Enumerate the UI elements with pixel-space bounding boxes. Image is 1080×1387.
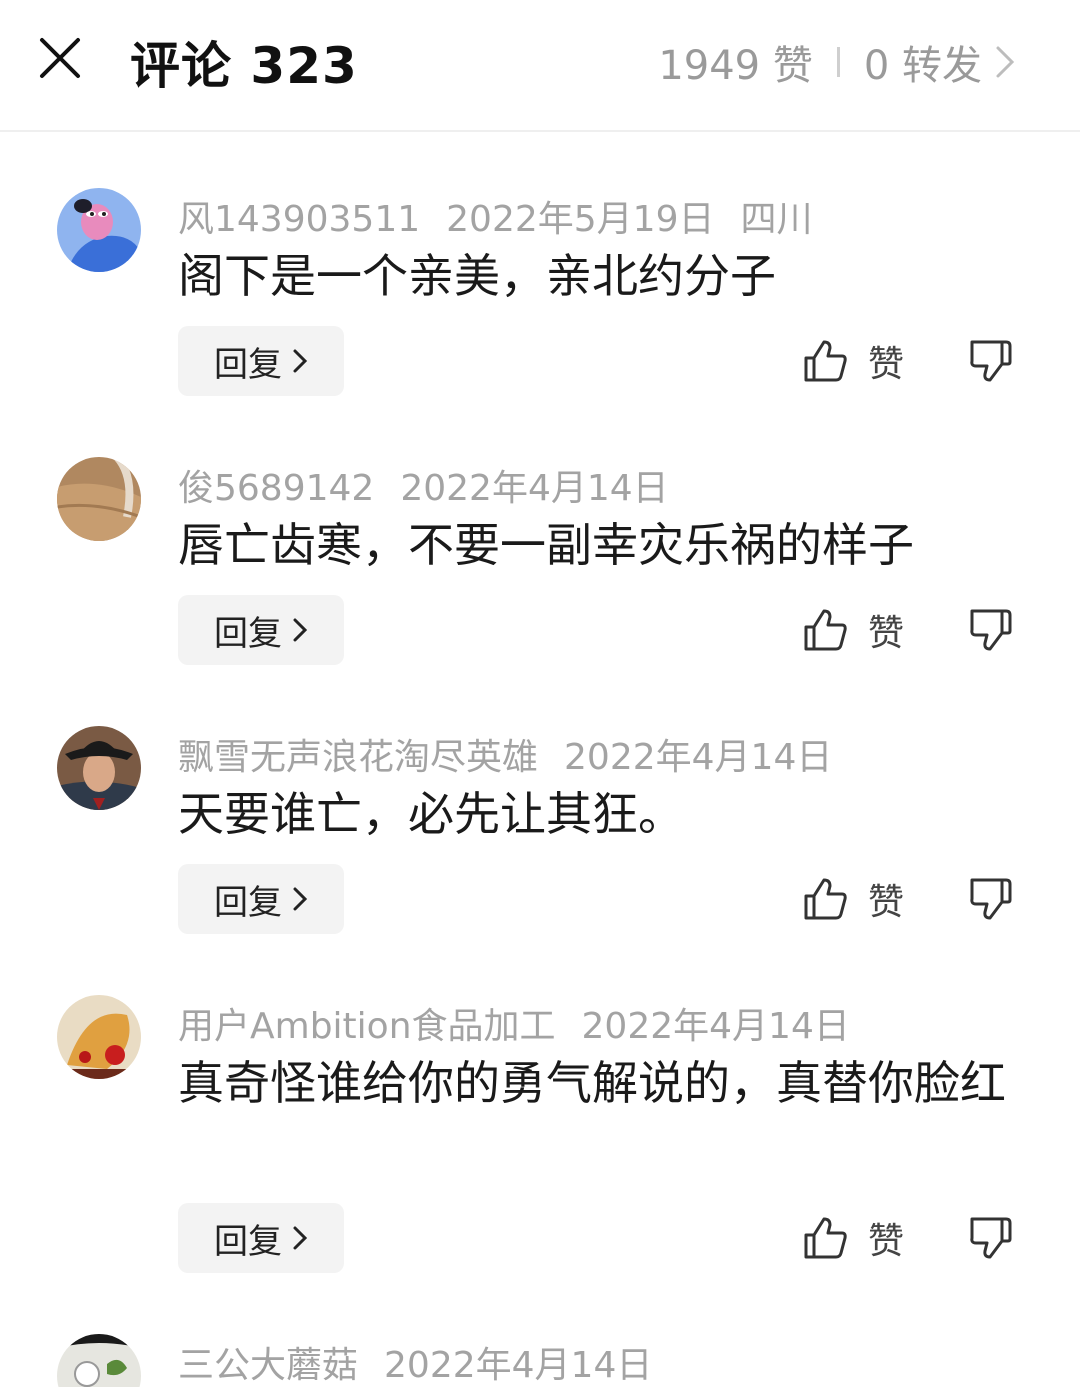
chevron-right-icon [293, 1226, 308, 1250]
reply-label: 回复 [214, 613, 282, 654]
thumbs-up-icon [804, 340, 847, 382]
avatar[interactable] [57, 457, 141, 541]
dislike-button[interactable] [968, 595, 1016, 665]
comment-meta: 用户Ambition食品加工 2022年4月14日 [178, 997, 850, 1049]
username[interactable]: 风143903511 [178, 199, 420, 240]
reply-button[interactable]: 回复 [178, 864, 344, 934]
like-button[interactable]: 赞 [802, 595, 912, 665]
username[interactable]: 俊5689142 [178, 468, 374, 509]
like-button[interactable]: 赞 [802, 1203, 912, 1273]
comment-text: 真奇怪谁给你的勇气解说的，真替你脸红 [178, 1056, 1006, 1110]
comment-date: 2022年4月14日 [564, 737, 833, 778]
dislike-button[interactable] [968, 1203, 1016, 1273]
reply-button[interactable]: 回复 [178, 326, 344, 396]
chevron-right-icon [293, 887, 308, 911]
avatar[interactable] [57, 1334, 141, 1387]
comment-date: 2022年5月19日 [446, 199, 715, 240]
comment-text: 唇亡齿寒，不要一副幸灾乐祸的样子 [178, 518, 914, 572]
reply-button[interactable]: 回复 [178, 595, 344, 665]
avatar[interactable] [57, 188, 141, 272]
thumbs-down-icon [970, 609, 1012, 651]
page-title: 评论 323 [130, 37, 358, 95]
reply-button[interactable]: 回复 [178, 1203, 344, 1273]
avatar[interactable] [57, 995, 141, 1079]
divider [836, 47, 840, 77]
like-label: 赞 [868, 882, 905, 923]
likes-count: 1949 赞 [658, 43, 813, 89]
comment-meta: 俊5689142 2022年4月14日 [178, 459, 669, 511]
header-bar: 评论 323 1949 赞 0 转发 [0, 0, 1080, 132]
like-button[interactable]: 赞 [802, 326, 912, 396]
comment-meta: 飘雪无声浪花淘尽英雄 2022年4月14日 [178, 728, 832, 780]
thumbs-up-icon [804, 1217, 847, 1259]
chevron-right-icon [996, 46, 1015, 78]
header-stats[interactable]: 1949 赞 0 转发 [658, 33, 1016, 91]
thumbs-down-icon [970, 1217, 1012, 1259]
chevron-right-icon [293, 349, 308, 373]
forwards-count: 0 转发 [863, 43, 982, 89]
thumbs-up-icon [804, 878, 847, 920]
avatar[interactable] [57, 726, 141, 810]
reply-label: 回复 [214, 882, 282, 923]
comment-meta: 三公大蘑菇 2022年4月14日 [178, 1336, 652, 1387]
dislike-button[interactable] [968, 864, 1016, 934]
like-button[interactable]: 赞 [802, 864, 912, 934]
username[interactable]: 三公大蘑菇 [178, 1345, 358, 1386]
comment-text: 天要谁亡，必先让其狂。 [178, 787, 684, 841]
dislike-button[interactable] [968, 326, 1016, 396]
like-label: 赞 [868, 613, 905, 654]
like-label: 赞 [868, 1221, 905, 1262]
like-label: 赞 [868, 344, 905, 385]
chevron-right-icon [293, 618, 308, 642]
thumbs-down-icon [970, 878, 1012, 920]
username[interactable]: 飘雪无声浪花淘尽英雄 [178, 737, 538, 778]
thumbs-down-icon [970, 340, 1012, 382]
comment-text: 阁下是一个亲美，亲北约分子 [178, 249, 776, 303]
username[interactable]: 用户Ambition食品加工 [178, 1006, 556, 1047]
thumbs-up-icon [804, 609, 847, 651]
reply-label: 回复 [214, 344, 282, 385]
comment-meta: 风143903511 2022年5月19日 四川 [178, 190, 813, 242]
comment-date: 2022年4月14日 [581, 1006, 850, 1047]
reply-label: 回复 [214, 1221, 282, 1262]
comment-date: 2022年4月14日 [400, 468, 669, 509]
comment-date: 2022年4月14日 [384, 1345, 653, 1386]
close-icon[interactable] [36, 34, 84, 82]
comment-location: 四川 [740, 199, 813, 240]
